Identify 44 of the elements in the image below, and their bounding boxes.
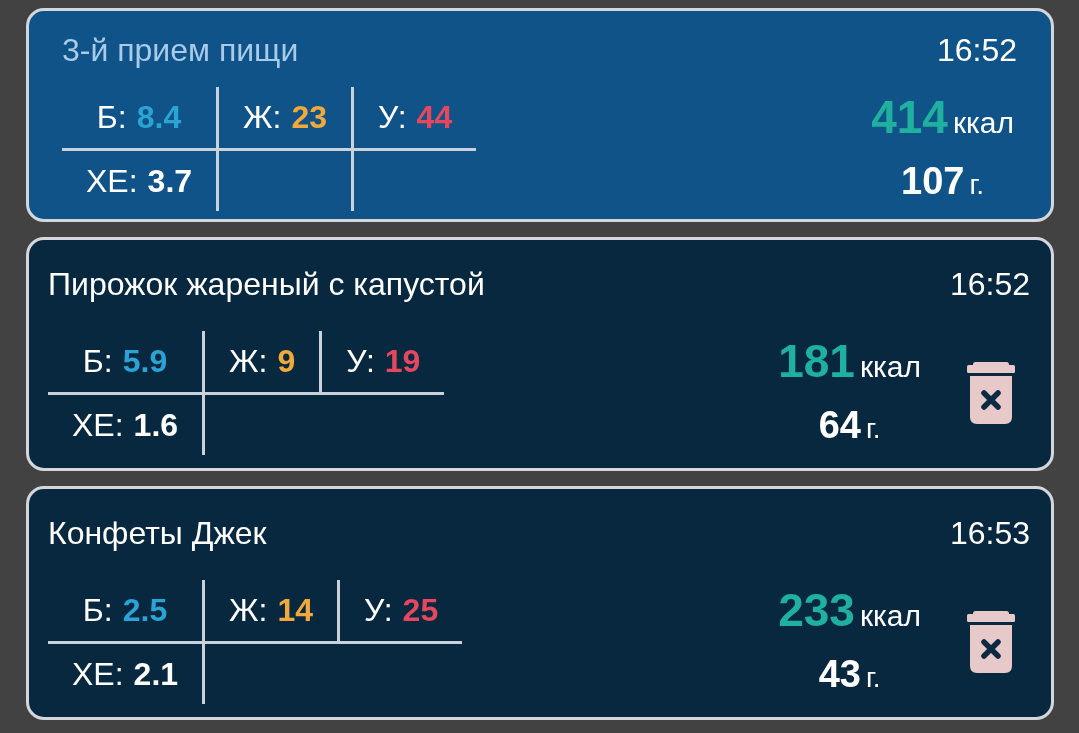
bread-units-label: ХЕ: [86,162,138,199]
bread-units-value: 2.1 [133,655,179,692]
food-name: Пирожок жареный с капустой [48,265,485,303]
trash-icon[interactable] [967,362,1015,424]
time-label: 16:52 [949,265,1030,303]
nutrient-value: 9 [277,343,296,380]
calorie-unit: ккал [859,348,921,385]
weight-unit: г. [969,167,985,202]
food-name: Конфеты Джек [48,514,267,552]
bread-units-value: 1.6 [133,406,179,443]
time-label: 16:53 [949,514,1030,552]
nutrient-label: Б: [82,592,113,629]
weight-value: 107 [901,158,965,204]
nutrient-label: Ж: [229,592,268,629]
nutrient-value: 5.9 [122,343,168,380]
nutrient-label: У: [364,592,393,629]
time-label: 16:52 [936,31,1017,69]
nutrient-value: 25 [402,592,439,629]
calorie-value: 414 [871,92,948,141]
nutrient-value: 14 [277,592,314,629]
weight-unit: г. [865,660,881,695]
nutrient-label: Ж: [229,343,268,380]
weight-value: 64 [818,402,861,448]
calorie-unit: ккал [859,597,921,634]
meal-title: 3-й прием пищи [62,31,299,69]
trash-icon[interactable] [967,611,1015,673]
nutrient-value: 19 [384,343,421,380]
bread-units-label: ХЕ: [72,655,124,692]
nutrient-label: Б: [82,343,113,380]
nutrient-value: 44 [416,99,453,136]
bread-units-value: 3.7 [147,162,193,199]
nutrient-value: 23 [291,99,328,136]
nutrient-label: У: [346,343,375,380]
calorie-value: 181 [778,336,855,385]
nutrient-value: 2.5 [122,592,168,629]
weight-unit: г. [865,411,881,446]
calorie-unit: ккал [952,104,1014,141]
nutrient-label: У: [378,99,407,136]
bread-units-label: ХЕ: [72,406,124,443]
weight-value: 43 [818,651,861,697]
nutrient-value: 8.4 [136,99,182,136]
nutrient-label: Б: [96,99,127,136]
nutrient-label: Ж: [243,99,282,136]
calorie-value: 233 [778,585,855,634]
